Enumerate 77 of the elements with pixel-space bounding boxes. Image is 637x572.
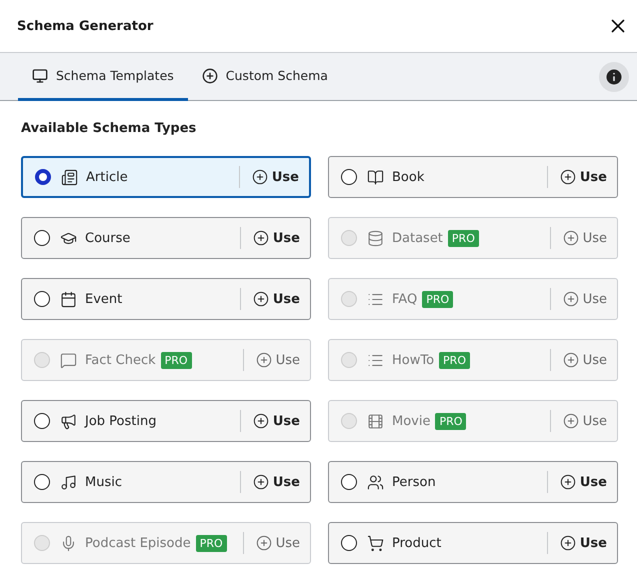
use-button[interactable]: Use [252,413,300,429]
plus-circle-icon [562,413,579,429]
schema-name: Book [392,170,424,184]
pro-badge: PRO [160,352,192,368]
chat-bubble-icon [60,352,77,368]
use-button[interactable]: Use [560,169,607,185]
schema-name: Article [86,170,128,184]
plus-circle-icon [562,291,579,307]
schema-name: Product [392,536,442,550]
music-note-icon [60,474,77,490]
plus-circle-icon [560,474,576,490]
pro-badge: PRO [439,352,470,368]
pro-badge: PRO [435,412,466,430]
plus-circle-icon [252,230,269,246]
schema-name: FAQ [392,292,418,306]
plus-circle-icon [256,535,272,551]
pro-badge: PRO [422,290,454,308]
radio-button[interactable] [341,474,357,490]
radio-button[interactable] [341,535,357,551]
schema-card[interactable]: Music Use [21,461,311,503]
plus-circle-icon [252,413,269,429]
use-button[interactable]: Use [560,535,607,551]
plus-circle-icon [560,169,576,185]
schema-card[interactable]: Course Use [21,217,311,259]
schema-card[interactable]: Book Use [328,156,618,198]
monitor-icon [32,68,48,84]
cart-icon [367,534,384,552]
plus-circle-icon [562,352,579,368]
plus-circle-icon [252,474,269,490]
info-button[interactable] [599,62,629,92]
schema-name: HowTo [392,352,434,368]
section-title: Available Schema Types [21,121,198,136]
plus-circle-icon [562,230,579,246]
radio-button[interactable] [34,230,50,246]
plus-circle-icon [252,291,269,307]
plus-circle-icon [202,68,218,84]
microphone-icon [60,534,77,552]
schema-name: Dataset [392,230,443,246]
radio-button[interactable] [34,413,50,429]
plus-circle-icon [256,352,272,368]
schema-name: Podcast Episode [85,536,191,550]
schema-name: Course [85,230,130,246]
pro-badge: PRO [196,534,227,552]
people-icon [367,474,384,490]
pro-badge: PRO [448,230,479,246]
schema-name: Person [392,474,436,490]
schema-card[interactable]: Person Use [328,461,618,503]
tab[interactable]: Custom Schema [188,53,342,101]
film-icon [367,412,384,430]
schema-name: Event [85,292,122,306]
newspaper-icon [61,168,78,186]
plus-circle-icon [252,169,268,185]
radio-button[interactable] [35,169,51,185]
schema-name: Music [85,474,122,490]
calendar-icon [60,290,77,308]
tab[interactable]: Schema Templates [18,53,188,101]
radio-button[interactable] [34,291,50,307]
use-button[interactable]: Use [252,291,300,307]
schema-card[interactable]: Product Use [328,522,618,564]
use-button[interactable]: Use [252,169,299,185]
schema-name: Movie [392,414,430,428]
megaphone-icon [60,412,77,430]
schema-card[interactable]: Article Use [21,156,311,198]
use-button[interactable]: Use [252,230,300,246]
use-button[interactable]: Use [560,474,607,490]
book-icon [367,168,384,186]
schema-card[interactable]: Job Posting Use [21,400,311,442]
schema-name: Fact Check [85,352,156,368]
info-icon [604,66,624,86]
dialog-title: Schema Generator [17,18,154,34]
radio-button[interactable] [34,474,50,490]
schema-name: Job Posting [85,414,156,428]
use-button[interactable]: Use [252,474,300,490]
plus-circle-icon [560,535,576,551]
schema-card[interactable]: Event Use [21,278,311,320]
radio-button[interactable] [341,169,357,185]
database-icon [367,230,384,246]
